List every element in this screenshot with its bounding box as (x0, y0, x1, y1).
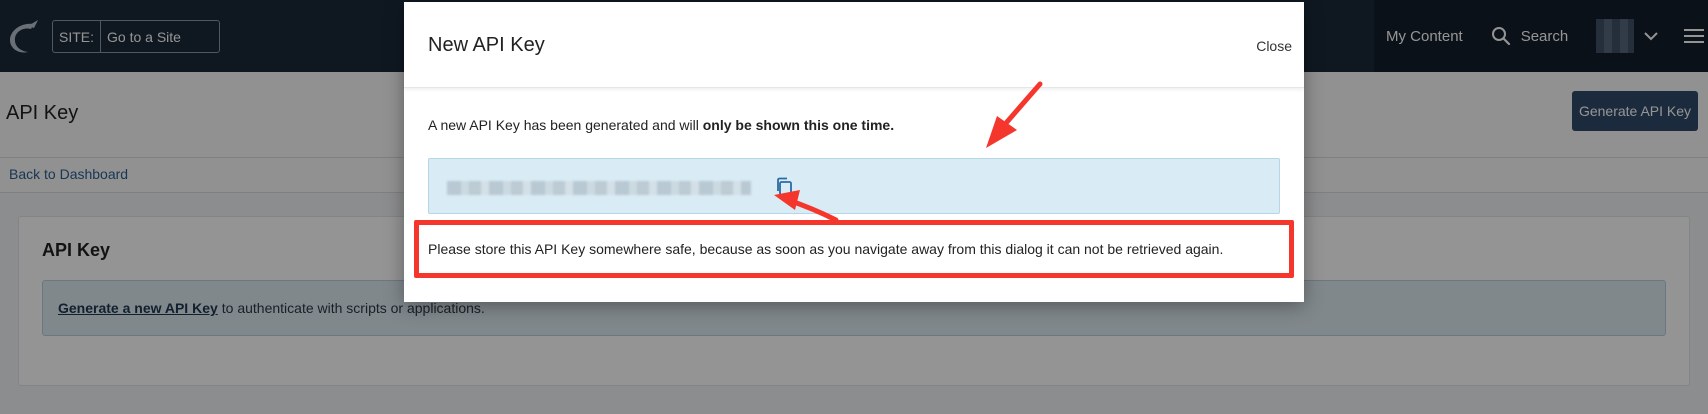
dialog-header: New API Key Close (404, 2, 1304, 88)
dialog-title: New API Key (428, 34, 545, 56)
api-key-display (428, 158, 1280, 214)
redacted-api-key[interactable] (447, 181, 751, 195)
dialog-message-text: A new API Key has been generated and wil… (428, 117, 703, 133)
close-button[interactable]: Close (1256, 38, 1292, 54)
copy-icon[interactable] (775, 177, 793, 197)
warning-message: Please store this API Key somewhere safe… (414, 220, 1294, 278)
dialog-message-emphasis: only be shown this one time. (702, 117, 895, 133)
dialog-message: A new API Key has been generated and wil… (428, 117, 894, 133)
new-api-key-dialog: New API Key Close A new API Key has been… (404, 2, 1304, 302)
